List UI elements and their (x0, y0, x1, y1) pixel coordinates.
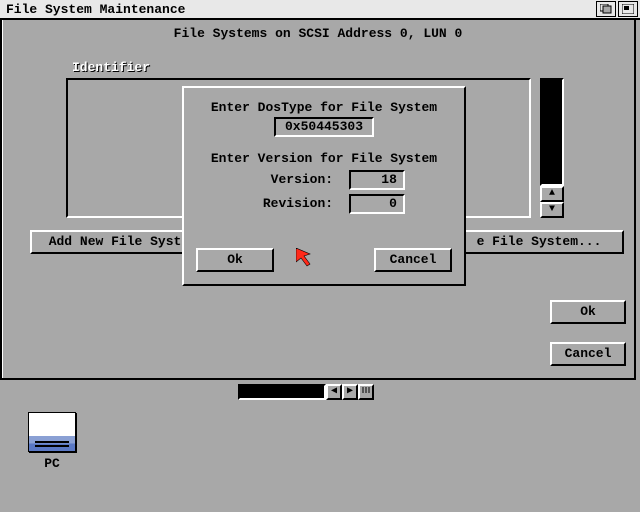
page-title: File Systems on SCSI Address 0, LUN 0 (2, 20, 634, 43)
version-field-label: Version: (243, 172, 333, 187)
depth-gadget-icon[interactable] (596, 1, 616, 17)
scroll-track[interactable] (540, 78, 564, 186)
slider-grip-icon[interactable] (358, 384, 374, 400)
update-file-system-button[interactable]: e File System... (454, 230, 624, 254)
scroll-up-icon[interactable]: ▲ (540, 186, 564, 202)
revision-field-label: Revision: (243, 196, 333, 211)
add-new-file-system-button[interactable]: Add New File Syst (30, 230, 200, 254)
revision-input[interactable]: 0 (349, 194, 405, 214)
dialog-ok-button[interactable]: Ok (196, 248, 274, 272)
version-section-label: Enter Version for File System (194, 151, 454, 166)
dostype-input[interactable]: 0x50445303 (274, 117, 374, 137)
slider-right-icon[interactable]: ▶ (342, 384, 358, 400)
slider-track[interactable] (238, 384, 326, 400)
screen-gadgets (596, 1, 640, 17)
disk-icon[interactable]: PC (22, 412, 82, 471)
screen-title: File System Maintenance (0, 2, 185, 17)
slider-left-icon[interactable]: ◀ (326, 384, 342, 400)
dialog-cancel-button[interactable]: Cancel (374, 248, 452, 272)
dostype-dialog: Enter DosType for File System 0x50445303… (182, 86, 466, 286)
disk-label: PC (22, 456, 82, 471)
identifier-scrollbar: ▲ ▼ (540, 78, 564, 218)
identifier-label: Identifier (72, 60, 150, 75)
pointer-icon (296, 248, 320, 272)
scroll-down-icon[interactable]: ▼ (540, 202, 564, 218)
harddisk-icon (28, 412, 76, 452)
screen-menu-bar: File System Maintenance (0, 0, 640, 20)
main-window: File Systems on SCSI Address 0, LUN 0 Id… (0, 20, 636, 380)
bottom-slider: ◀ ▶ (238, 384, 374, 400)
dostype-label: Enter DosType for File System (194, 100, 454, 115)
main-cancel-button[interactable]: Cancel (550, 342, 626, 366)
version-input[interactable]: 18 (349, 170, 405, 190)
main-ok-button[interactable]: Ok (550, 300, 626, 324)
zoom-gadget-icon[interactable] (618, 1, 638, 17)
